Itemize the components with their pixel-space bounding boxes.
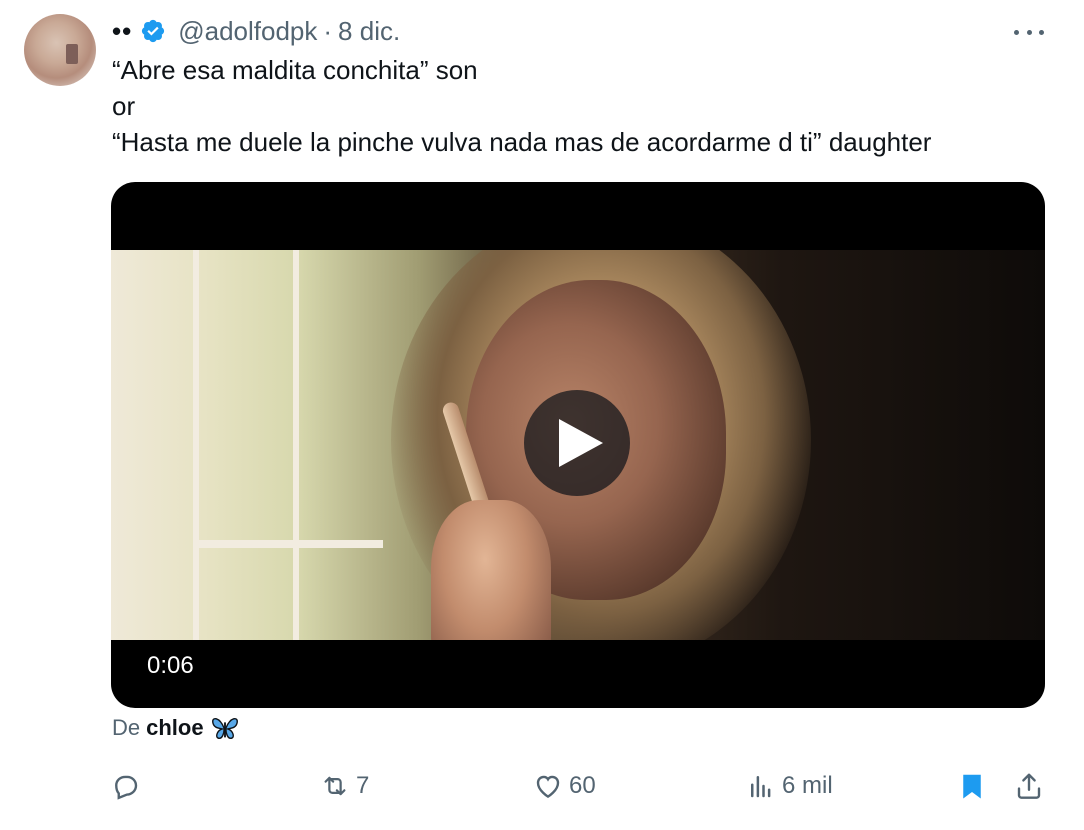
header-separator: ·: [323, 16, 333, 46]
more-dot: [1039, 29, 1044, 35]
reply-icon: [115, 775, 138, 800]
avatar[interactable]: [24, 14, 96, 86]
avatar-phone-detail: [66, 44, 78, 64]
user-handle[interactable]: @adolfodpk: [178, 14, 317, 48]
share-button[interactable]: [1014, 766, 1044, 806]
share-icon: [1017, 773, 1041, 799]
tweet-date[interactable]: 8 dic.: [338, 14, 400, 48]
window-frame: [193, 250, 199, 640]
display-name[interactable]: ••: [112, 14, 132, 48]
like-count: 60: [569, 772, 596, 799]
views-icon: [751, 776, 771, 798]
tweet-text-line: “Abre esa maldita conchita” son: [112, 55, 478, 85]
retweet-icon: [324, 776, 346, 796]
bookmark-button[interactable]: [957, 766, 987, 806]
more-dot: [1026, 29, 1032, 35]
video-attribution[interactable]: De chloe: [112, 712, 240, 744]
retweet-button[interactable]: 7: [320, 766, 369, 806]
tweet-header: •• @adolfodpk · 8 dic.: [112, 14, 400, 48]
video-figure-hand: [431, 500, 551, 640]
window-frame: [293, 250, 299, 640]
bookmark-icon: [963, 774, 981, 799]
tweet-actions: 7 60 6 mil: [110, 766, 1050, 806]
video-duration: 0:06: [147, 652, 194, 679]
butterfly-icon: [211, 718, 238, 740]
play-icon: [559, 419, 603, 467]
like-button[interactable]: 60: [533, 766, 596, 806]
tweet-text-line: “Hasta me duele la pinche vulva nada mas…: [112, 127, 932, 157]
verified-badge-icon: [142, 19, 165, 43]
heart-icon: [536, 775, 560, 799]
retweet-count: 7: [356, 772, 370, 799]
reply-button[interactable]: [110, 766, 146, 806]
tweet-text-line: or: [112, 91, 136, 121]
attribution-prefix: De: [112, 715, 141, 740]
tweet-text: “Abre esa maldita conchita” son or “Hast…: [112, 52, 1052, 160]
views-count: 6 mil: [782, 772, 833, 799]
window-frame: [193, 540, 383, 548]
video-player[interactable]: 0:06: [111, 182, 1045, 708]
more-options-icon[interactable]: [1014, 22, 1044, 42]
play-button[interactable]: [524, 390, 630, 496]
tweet: •• @adolfodpk · 8 dic. “Abre esa maldita…: [0, 0, 1084, 830]
more-dot: [1014, 29, 1019, 35]
attribution-name[interactable]: chloe: [146, 712, 203, 744]
views-button[interactable]: 6 mil: [746, 766, 833, 806]
